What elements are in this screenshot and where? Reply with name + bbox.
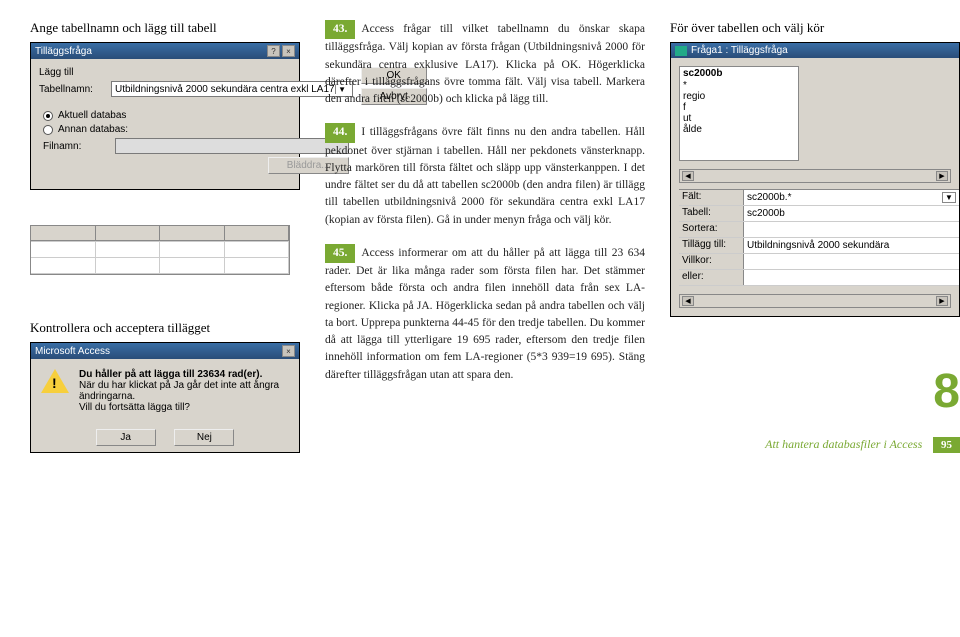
filename-field <box>115 138 349 154</box>
tablename-value: Utbildningsnivå 2000 sekundära centra ex… <box>115 84 335 95</box>
grid-label-append: Tillägg till: <box>679 238 744 253</box>
help-icon[interactable]: ? <box>267 45 280 57</box>
grid-sort-value[interactable] <box>744 222 959 237</box>
alert-line3: Vill du fortsätta lägga till? <box>79 402 289 413</box>
grid-label-table: Tabell: <box>679 206 744 221</box>
tablename-label: Tabellnamn: <box>39 84 111 95</box>
empty-grid <box>30 225 290 275</box>
append-dialog-titlebar: Tilläggsfråga ? × <box>31 43 299 59</box>
grid-label-field: Fält: <box>679 190 744 205</box>
scroll-right-icon[interactable]: ▶ <box>936 296 948 306</box>
query-title: Fråga1 : Tilläggsfråga <box>691 45 788 56</box>
radio-current-db[interactable]: Aktuell databas <box>43 110 349 121</box>
radio-icon <box>43 125 53 135</box>
yes-button[interactable]: Ja <box>96 429 156 446</box>
no-button[interactable]: Nej <box>174 429 234 446</box>
query-icon <box>675 46 687 56</box>
grid-table-value[interactable]: sc2000b <box>744 206 959 221</box>
list-item[interactable]: regio <box>680 91 798 102</box>
footer-category: Att hantera databasfiler i Access <box>765 437 922 451</box>
heading-set-tablename: Ange tabellnamn och lägg till tabell <box>30 20 300 36</box>
page-number: 95 <box>933 437 960 453</box>
design-grid: Fält: sc2000b.* ▼ Tabell: sc2000b Sorter… <box>679 189 959 286</box>
grid-label-or: eller: <box>679 270 744 285</box>
list-item[interactable]: ålde <box>680 124 798 135</box>
scroll-left-icon[interactable]: ◀ <box>682 171 694 181</box>
alert-line1: Du håller på att lägga till 23634 rad(er… <box>79 369 289 380</box>
list-item[interactable]: * <box>680 80 798 91</box>
alert-title: Microsoft Access <box>35 346 110 357</box>
alert-text: Du håller på att lägga till 23634 rad(er… <box>79 369 289 413</box>
field-list[interactable]: sc2000b * regio f ut ålde <box>679 66 799 161</box>
query-titlebar: Fråga1 : Tilläggsfråga <box>671 43 959 58</box>
list-item[interactable]: f <box>680 102 798 113</box>
close-icon[interactable]: × <box>282 45 295 57</box>
step-43: 43.Access frågar till vilket tabellnamn … <box>325 20 645 108</box>
radio-other-db-label: Annan databas: <box>58 124 128 135</box>
alert-dialog: Microsoft Access × Du håller på att lägg… <box>30 342 300 453</box>
step-43-text: Access frågar till vilket tabellnamn du … <box>325 23 645 105</box>
step-44-text: I tilläggsfrågans övre fält finns nu den… <box>325 126 645 225</box>
grid-field-text: sc2000b.* <box>747 192 791 203</box>
close-icon[interactable]: × <box>282 345 295 357</box>
grid-field-value[interactable]: sc2000b.* ▼ <box>744 190 959 205</box>
step-num-44: 44. <box>325 123 355 142</box>
radio-current-db-label: Aktuell databas <box>58 110 126 121</box>
horizontal-scrollbar[interactable]: ◀ ▶ <box>679 294 951 308</box>
scroll-right-icon[interactable]: ▶ <box>936 171 948 181</box>
heading-transfer-run: För över tabellen och välj kör <box>670 20 960 36</box>
warning-icon <box>41 369 69 397</box>
step-num-43: 43. <box>325 20 355 39</box>
grid-append-value[interactable]: Utbildningsnivå 2000 sekundära <box>744 238 959 253</box>
query-window: Fråga1 : Tilläggsfråga sc2000b * regio f… <box>670 42 960 317</box>
grid-or-value[interactable] <box>744 270 959 285</box>
filename-label: Filnamn: <box>43 141 115 152</box>
radio-icon <box>43 111 53 121</box>
grid-label-criteria: Villkor: <box>679 254 744 269</box>
grid-criteria-value[interactable] <box>744 254 959 269</box>
step-45: 45.Access informerar om att du håller på… <box>325 244 645 384</box>
group-label: Lägg till <box>39 67 353 78</box>
step-num-45: 45. <box>325 244 355 263</box>
dropdown-icon[interactable]: ▼ <box>942 192 956 203</box>
append-dialog-title: Tilläggsfråga <box>35 46 92 57</box>
field-list-title: sc2000b <box>680 67 798 80</box>
heading-control-accept: Kontrollera och acceptera tillägget <box>30 320 300 336</box>
radio-other-db[interactable]: Annan databas: <box>43 124 349 135</box>
tablename-field[interactable]: Utbildningsnivå 2000 sekundära centra ex… <box>111 81 353 97</box>
append-dialog: Tilläggsfråga ? × Lägg till Tabellnamn: … <box>30 42 300 190</box>
step-45-text: Access informerar om att du håller på at… <box>325 247 645 381</box>
alert-line2: När du har klickat på Ja går det inte at… <box>79 380 289 402</box>
step-44: 44.I tilläggsfrågans övre fält finns nu … <box>325 123 645 229</box>
list-item[interactable]: ut <box>680 113 798 124</box>
horizontal-scrollbar[interactable]: ◀ ▶ <box>679 169 951 183</box>
grid-label-sort: Sortera: <box>679 222 744 237</box>
alert-titlebar: Microsoft Access × <box>31 343 299 359</box>
page-footer: Att hantera databasfiler i Access 95 <box>670 437 960 453</box>
scroll-left-icon[interactable]: ◀ <box>682 296 694 306</box>
chapter-number: 8 <box>670 373 960 411</box>
